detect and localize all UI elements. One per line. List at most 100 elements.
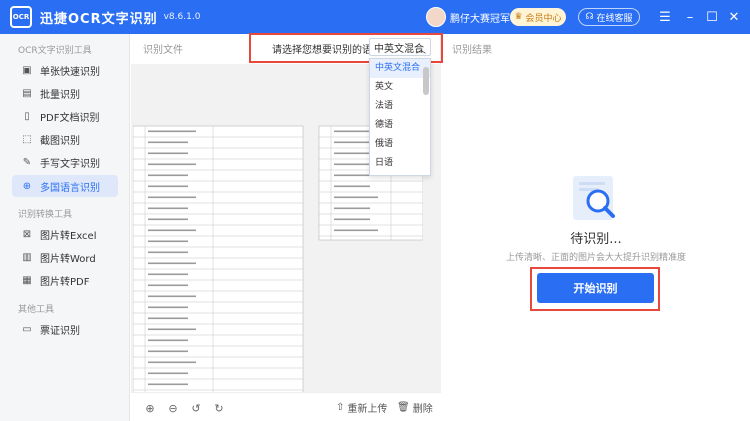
word-icon: ▥ bbox=[22, 251, 32, 263]
sidebar-item-word[interactable]: ▥ 图片转Word bbox=[12, 246, 118, 268]
online-support-button[interactable]: ☊ 在线客服 bbox=[578, 8, 640, 26]
minimize-icon[interactable]: – bbox=[680, 7, 700, 27]
sidebar-item-handwriting[interactable]: ✎ 手写文字识别 bbox=[12, 151, 118, 173]
close-icon[interactable]: ✕ bbox=[724, 7, 744, 27]
text-line bbox=[148, 141, 188, 144]
sidebar-item-ticket[interactable]: ▭ 票证识别 bbox=[12, 318, 118, 340]
app-logo: OCR bbox=[10, 6, 32, 28]
sidebar-item-excel[interactable]: ⊠ 图片转Excel bbox=[12, 223, 118, 245]
delete-label: 删除 bbox=[412, 403, 433, 415]
online-support-label: 在线客服 bbox=[596, 13, 633, 24]
batch-icon: ▤ bbox=[22, 87, 32, 99]
globe-icon: ⊕ bbox=[22, 180, 32, 192]
text-line bbox=[148, 130, 196, 133]
sidebar-item-label: 批量识别 bbox=[40, 89, 80, 101]
sidebar-item-single-quick[interactable]: ▣ 单张快速识别 bbox=[12, 59, 118, 81]
text-line bbox=[148, 273, 188, 276]
text-line bbox=[334, 174, 370, 177]
sidebar-section-convert: 识别转换工具 bbox=[18, 210, 73, 220]
user-profile[interactable]: 鹏仔大赛冠军 bbox=[426, 7, 510, 27]
text-line bbox=[334, 196, 378, 199]
text-line bbox=[148, 361, 196, 364]
text-line bbox=[148, 251, 188, 254]
file-panel-title: 识别文件 bbox=[143, 45, 183, 56]
text-line bbox=[148, 240, 188, 243]
sidebar-item-screenshot[interactable]: ⬚ 截图识别 bbox=[12, 128, 118, 150]
sidebar-item-label: 票证识别 bbox=[40, 325, 80, 337]
sidebar-section-other: 其他工具 bbox=[18, 305, 55, 315]
rotate-right-icon[interactable]: ↻ bbox=[212, 401, 226, 415]
sidebar-item-label: PDF文档识别 bbox=[40, 112, 100, 124]
app-name: 迅捷OCR文字识别 bbox=[40, 11, 158, 27]
text-line bbox=[148, 218, 188, 221]
text-line bbox=[334, 185, 370, 188]
status-title: 待识别... bbox=[570, 232, 622, 247]
language-option[interactable]: 俄语 bbox=[370, 135, 430, 154]
zoom-in-icon[interactable]: ⊕ bbox=[143, 401, 157, 415]
result-panel-title: 识别结果 bbox=[452, 45, 492, 56]
text-line bbox=[334, 229, 378, 232]
text-line bbox=[148, 152, 188, 155]
text-line bbox=[148, 185, 188, 188]
text-line bbox=[148, 196, 196, 199]
preview-toolbar: ⊕ ⊖ ↺ ↻ ⇧ 重新上传 🗑 删除 bbox=[131, 392, 441, 421]
chevron-up-icon: ︿ bbox=[416, 45, 426, 56]
vip-center-button[interactable]: ♛ 会员中心 bbox=[510, 8, 566, 26]
text-line bbox=[148, 328, 196, 331]
sidebar-item-label: 图片转Excel bbox=[40, 230, 97, 242]
text-line bbox=[148, 372, 188, 375]
upload-icon: ⇧ bbox=[336, 401, 345, 413]
maximize-icon[interactable]: ☐ bbox=[702, 7, 722, 27]
headset-icon: ☊ bbox=[585, 12, 594, 22]
language-option[interactable]: 德语 bbox=[370, 116, 430, 135]
ticket-icon: ▭ bbox=[22, 323, 32, 335]
sidebar-item-label: 手写文字识别 bbox=[40, 158, 100, 170]
menu-icon[interactable]: ☰ bbox=[655, 7, 675, 27]
excel-icon: ⊠ bbox=[22, 228, 32, 240]
screenshot-icon: ⬚ bbox=[22, 133, 32, 145]
language-option[interactable]: 英文 bbox=[370, 78, 430, 97]
text-line bbox=[148, 229, 196, 232]
language-option[interactable]: 中英文混合 bbox=[370, 59, 430, 78]
text-line bbox=[148, 339, 188, 342]
text-line bbox=[148, 284, 188, 287]
sidebar-item-label: 单张快速识别 bbox=[40, 66, 100, 78]
crown-icon: ♛ bbox=[514, 12, 523, 22]
text-line bbox=[148, 295, 196, 298]
app-version: v8.6.1.0 bbox=[163, 12, 201, 22]
sidebar-item-pdf[interactable]: ▯ PDF文档识别 bbox=[12, 105, 118, 127]
handwriting-icon: ✎ bbox=[22, 156, 32, 168]
language-option[interactable]: 日语 bbox=[370, 154, 430, 173]
sidebar-item-batch[interactable]: ▤ 批量识别 bbox=[12, 82, 118, 104]
avatar[interactable] bbox=[426, 7, 446, 27]
text-line bbox=[148, 163, 196, 166]
sidebar-item-label: 截图识别 bbox=[40, 135, 80, 147]
upload-hint: 上传清晰、正面的图片会大大提升识别精准度 bbox=[505, 253, 686, 263]
sidebar-item-label: 图片转PDF bbox=[40, 276, 90, 288]
pdf-icon: ▯ bbox=[24, 110, 30, 122]
dropdown-scrollbar[interactable] bbox=[423, 67, 429, 95]
text-line bbox=[334, 207, 370, 210]
vip-center-label: 会员中心 bbox=[525, 13, 562, 24]
sidebar-item-label: 图片转Word bbox=[40, 253, 96, 265]
sidebar-item-img-pdf[interactable]: ▦ 图片转PDF bbox=[12, 269, 118, 291]
language-option[interactable]: 法语 bbox=[370, 97, 430, 116]
reupload-button[interactable]: ⇧ 重新上传 bbox=[336, 399, 387, 415]
text-line bbox=[334, 218, 370, 221]
text-line bbox=[334, 152, 370, 155]
text-line bbox=[148, 383, 188, 386]
image-icon: ▣ bbox=[22, 64, 32, 76]
sidebar-item-multilang[interactable]: ⊕ 多国语言识别 bbox=[12, 175, 118, 197]
start-recognition-button[interactable]: 开始识别 bbox=[537, 273, 654, 303]
zoom-out-icon[interactable]: ⊖ bbox=[166, 401, 180, 415]
sidebar-section-ocr: OCR文字识别工具 bbox=[18, 46, 92, 56]
username[interactable]: 鹏仔大赛冠军 bbox=[450, 10, 510, 25]
trash-icon: 🗑 bbox=[397, 401, 410, 413]
language-dropdown: 中英文混合 英文 法语 德语 俄语 日语 bbox=[369, 58, 431, 176]
delete-button[interactable]: 🗑 删除 bbox=[397, 399, 433, 415]
rotate-left-icon[interactable]: ↺ bbox=[189, 401, 203, 415]
sidebar-item-label: 多国语言识别 bbox=[40, 182, 100, 194]
pdf-icon: ▦ bbox=[22, 274, 32, 286]
language-select[interactable]: 中英文混合 ︿ bbox=[369, 38, 431, 56]
text-line bbox=[334, 141, 370, 144]
